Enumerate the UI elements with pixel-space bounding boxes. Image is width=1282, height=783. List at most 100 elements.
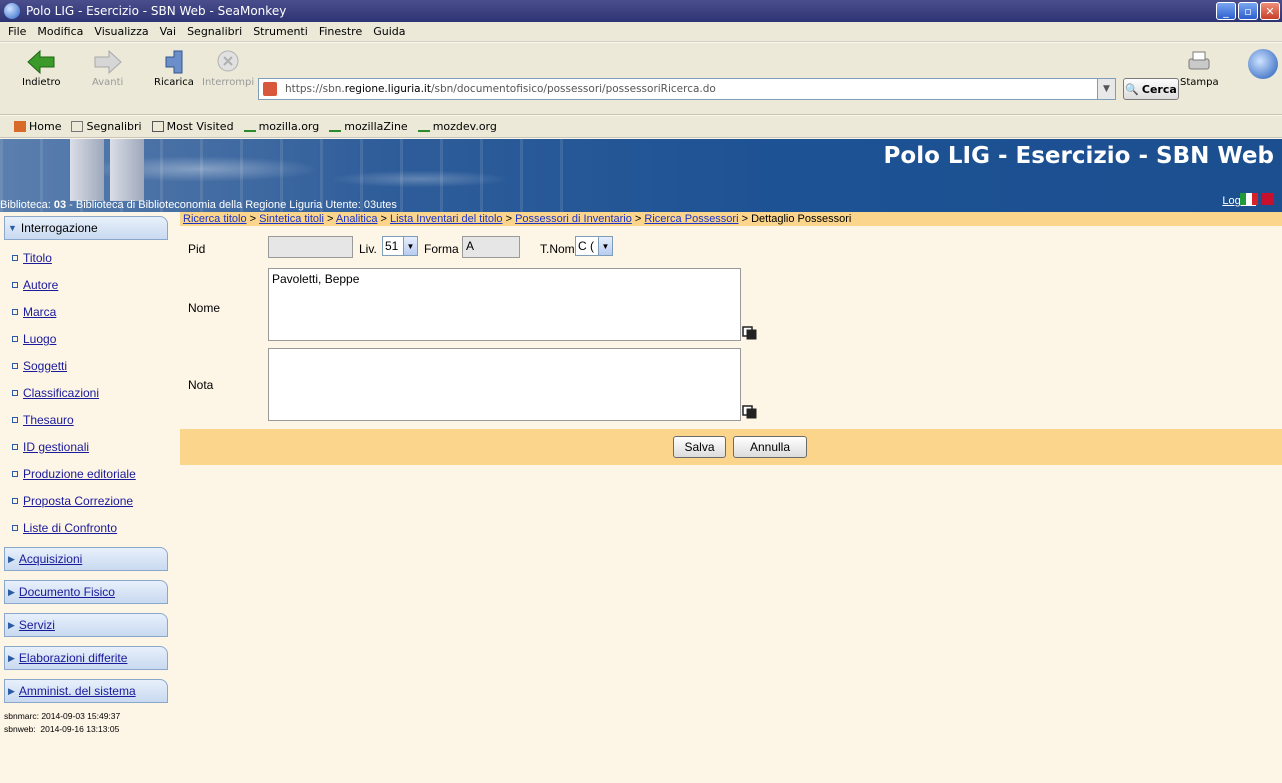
url-prefix: https://sbn. — [285, 83, 345, 95]
search-button[interactable]: 🔍 Cerca — [1123, 78, 1179, 100]
menu-segnalibri[interactable]: Segnalibri — [187, 25, 242, 38]
sidebar-item-label[interactable]: Luogo — [23, 332, 56, 346]
sidebar-item-autore[interactable]: Autore — [12, 277, 58, 293]
menu-guida[interactable]: Guida — [373, 25, 405, 38]
uk-flag-icon[interactable] — [1262, 193, 1274, 205]
bullet-icon — [12, 390, 18, 396]
window-titlebar: Polo LIG - Esercizio - SBN Web - SeaMonk… — [0, 0, 1282, 22]
sidebar-item-marca[interactable]: Marca — [12, 304, 56, 320]
print-button[interactable]: Stampa — [1180, 47, 1219, 88]
sidebar-item-produzione-editoriale[interactable]: Produzione editoriale — [12, 466, 136, 482]
cancel-button[interactable]: Annulla — [733, 436, 807, 458]
url-dropdown-icon[interactable]: ▼ — [1097, 79, 1115, 99]
app-banner: Polo LIG - Esercizio - SBN Web Bibliotec… — [0, 139, 1282, 212]
sidebar-item-proposta-correzione[interactable]: Proposta Correzione — [12, 493, 133, 509]
menu-vai[interactable]: Vai — [160, 25, 176, 38]
bookmark-mozilla-org[interactable]: mozilla.org — [243, 120, 319, 133]
menu-modifica[interactable]: Modifica — [37, 25, 83, 38]
sidebar-item-label[interactable]: ID gestionali — [23, 440, 89, 454]
stop-button[interactable]: Interrompi — [202, 47, 254, 88]
tnome-select[interactable]: C ( ▼ — [575, 236, 613, 256]
bookmark-most-visited[interactable]: Most Visited — [151, 120, 234, 133]
sidebar-item-soggetti[interactable]: Soggetti — [12, 358, 67, 374]
menu-finestre[interactable]: Finestre — [319, 25, 362, 38]
bookmarks-toolbar: Home Segnalibri Most Visited mozilla.org… — [0, 116, 1282, 138]
maximize-button[interactable]: ▫ — [1238, 2, 1258, 20]
collapsed-triangle-icon: ▶ — [8, 553, 15, 564]
magnifier-icon: 🔍 — [1125, 82, 1139, 96]
sidebar-section-label[interactable]: Elaborazioni differite — [19, 651, 128, 665]
breadcrumb-sintetica-titoli[interactable]: Sintetica titoli — [259, 213, 324, 225]
sidebar-item-label[interactable]: Proposta Correzione — [23, 494, 133, 508]
sidebar-item-thesauro[interactable]: Thesauro — [12, 412, 74, 428]
action-bar: Salva Annulla — [180, 429, 1282, 465]
sidebar-section-acquisizioni[interactable]: ▶ Acquisizioni — [4, 547, 168, 571]
bullet-icon — [12, 363, 18, 369]
sidebar-item-label[interactable]: Titolo — [23, 251, 52, 265]
sidebar-section-label[interactable]: Acquisizioni — [19, 552, 82, 566]
back-button[interactable]: Indietro — [22, 47, 61, 88]
forward-label: Avanti — [92, 77, 124, 88]
menu-visualizza[interactable]: Visualizza — [94, 25, 148, 38]
sidebar-item-titolo[interactable]: Titolo — [12, 250, 52, 266]
forward-button[interactable]: Avanti — [92, 47, 123, 88]
bookmark-icon — [243, 121, 256, 132]
sidebar-section-servizi[interactable]: ▶ Servizi — [4, 613, 168, 637]
sidebar-item-label[interactable]: Soggetti — [23, 359, 67, 373]
copy-icon[interactable] — [742, 405, 758, 419]
app-title: Polo LIG - Esercizio - SBN Web — [883, 143, 1274, 169]
url-bar[interactable]: https://sbn. regione.liguria.it/sbn/docum… — [258, 78, 1116, 100]
sidebar-section-elaborazioni[interactable]: ▶ Elaborazioni differite — [4, 646, 168, 670]
sidebar-section-label[interactable]: Servizi — [19, 618, 55, 632]
sidebar-item-label[interactable]: Produzione editoriale — [23, 467, 136, 481]
bullet-icon — [12, 417, 18, 423]
sidebar-item-liste-confronto[interactable]: Liste di Confronto — [12, 520, 117, 536]
breadcrumb-ricerca-possessori[interactable]: Ricerca Possessori — [644, 213, 738, 225]
sidebar-section-label: Interrogazione — [20, 221, 98, 235]
copy-icon[interactable] — [742, 326, 758, 340]
bookmark-mozillazine-label: mozillaZine — [344, 120, 408, 133]
sidebar-item-label[interactable]: Thesauro — [23, 413, 74, 427]
menu-strumenti[interactable]: Strumenti — [253, 25, 308, 38]
sidebar-item-classificazioni[interactable]: Classificazioni — [12, 385, 99, 401]
breadcrumb-lista-inventari[interactable]: Lista Inventari del titolo — [390, 213, 503, 225]
minimize-button[interactable]: _ — [1216, 2, 1236, 20]
sidebar-item-label[interactable]: Marca — [23, 305, 56, 319]
nome-textarea[interactable]: Pavoletti, Beppe — [268, 268, 741, 341]
stop-icon — [213, 47, 243, 77]
bookmark-home[interactable]: Home — [14, 120, 61, 133]
sidebar-item-label[interactable]: Liste di Confronto — [23, 521, 117, 535]
bookmark-mozillazine[interactable]: mozillaZine — [329, 120, 408, 133]
nota-textarea[interactable] — [268, 348, 741, 421]
breadcrumb-analitica[interactable]: Analitica — [336, 213, 378, 225]
sidebar-section-label[interactable]: Amminist. del sistema — [19, 684, 136, 698]
sidebar-section-label[interactable]: Documento Fisico — [19, 585, 115, 599]
banner-book-image — [70, 139, 104, 201]
breadcrumb-separator: > — [323, 213, 336, 225]
sidebar-item-label[interactable]: Classificazioni — [23, 386, 99, 400]
sidebar-section-amministrazione[interactable]: ▶ Amminist. del sistema — [4, 679, 168, 703]
sidebar-section-documento-fisico[interactable]: ▶ Documento Fisico — [4, 580, 168, 604]
sidebar-section-interrogazione[interactable]: ▼ Interrogazione — [4, 216, 168, 240]
menu-file[interactable]: File — [8, 25, 26, 38]
breadcrumb-separator: > — [377, 213, 390, 225]
bookmark-home-label: Home — [29, 120, 62, 133]
search-button-label: Cerca — [1141, 82, 1177, 96]
breadcrumb-possessori-inventario[interactable]: Possessori di Inventario — [515, 213, 632, 225]
italian-flag-icon[interactable] — [1240, 193, 1258, 205]
bookmark-segnalibri[interactable]: Segnalibri — [71, 120, 142, 133]
breadcrumb-separator: > — [738, 213, 752, 225]
sidebar-item-luogo[interactable]: Luogo — [12, 331, 56, 347]
bookmark-mozdev-org[interactable]: mozdev.org — [417, 120, 497, 133]
back-label: Indietro — [22, 77, 61, 88]
sidebar-item-label[interactable]: Autore — [23, 278, 58, 292]
bullet-icon — [12, 282, 18, 288]
reload-button[interactable]: Ricarica — [154, 47, 194, 88]
breadcrumb-ricerca-titolo[interactable]: Ricerca titolo — [183, 213, 247, 225]
close-button[interactable]: ✕ — [1260, 2, 1280, 20]
liv-select[interactable]: 51 ▼ — [382, 236, 418, 256]
liv-label: Liv. — [359, 242, 377, 256]
save-button[interactable]: Salva — [673, 436, 726, 458]
sidebar-item-id-gestionali[interactable]: ID gestionali — [12, 439, 89, 455]
bullet-icon — [12, 498, 18, 504]
